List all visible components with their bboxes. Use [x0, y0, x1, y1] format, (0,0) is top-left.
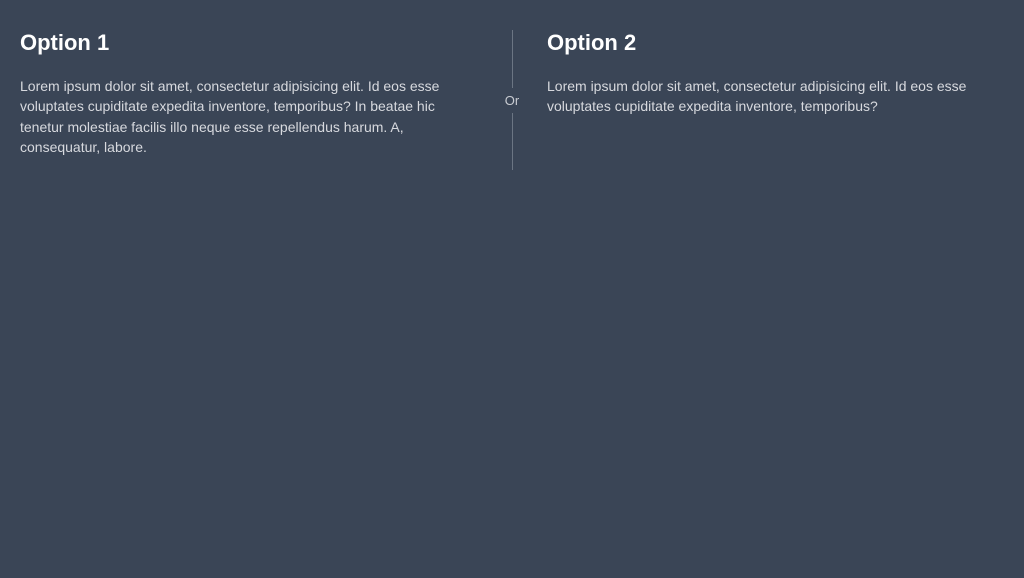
- divider: Or: [497, 30, 527, 170]
- option-1-title: Option 1: [20, 30, 477, 56]
- option-left-column: Option 1 Lorem ipsum dolor sit amet, con…: [20, 30, 497, 157]
- divider-label: Or: [505, 88, 519, 113]
- option-1-body: Lorem ipsum dolor sit amet, consectetur …: [20, 76, 477, 157]
- divider-line-top: [512, 30, 513, 88]
- options-container: Option 1 Lorem ipsum dolor sit amet, con…: [0, 0, 1024, 200]
- option-2-title: Option 2: [547, 30, 1004, 56]
- option-right-column: Option 2 Lorem ipsum dolor sit amet, con…: [527, 30, 1004, 117]
- divider-line-bottom: [512, 113, 513, 171]
- option-2-body: Lorem ipsum dolor sit amet, consectetur …: [547, 76, 1004, 117]
